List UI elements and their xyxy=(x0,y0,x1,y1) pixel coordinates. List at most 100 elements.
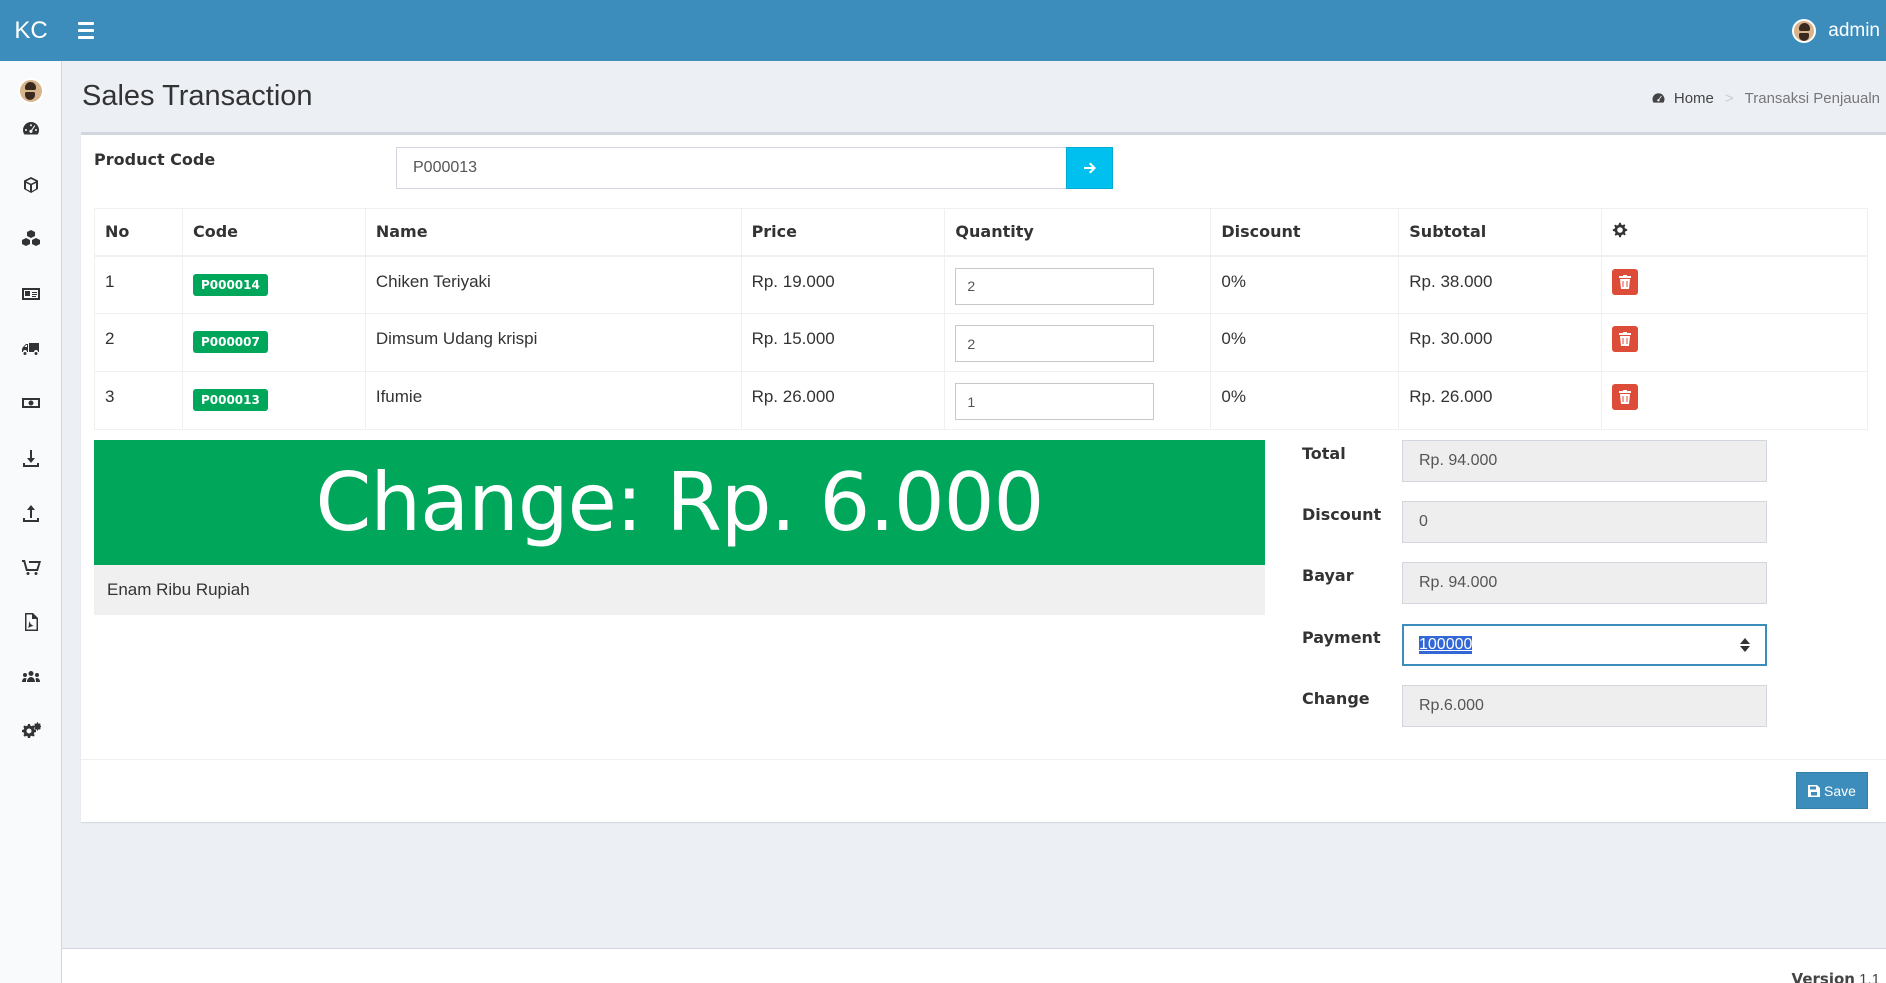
total-label: Total xyxy=(1302,444,1346,463)
delete-item-button[interactable] xyxy=(1612,326,1639,352)
col-header-name: Name xyxy=(365,208,742,257)
quantity-input[interactable] xyxy=(955,383,1155,420)
cell-subtotal: Rp. 26.000 xyxy=(1398,371,1603,430)
sidebar-item-sales[interactable] xyxy=(0,547,62,587)
payment-value: 100000 xyxy=(1419,636,1473,654)
cell-actions xyxy=(1601,313,1868,372)
truck-icon xyxy=(22,343,39,355)
sidebar-item-dashboard[interactable] xyxy=(0,109,62,149)
col-header-subtotal: Subtotal xyxy=(1398,208,1603,257)
sidebar-item-stock-out[interactable] xyxy=(0,493,62,533)
cell-quantity xyxy=(944,255,1212,314)
cubes-icon xyxy=(22,230,40,246)
page-footer xyxy=(62,948,1886,983)
add-product-button[interactable] xyxy=(1066,147,1113,189)
dashboard-icon xyxy=(1652,93,1665,103)
cart-icon xyxy=(22,560,41,575)
money-icon xyxy=(22,398,40,408)
cell-no: 3 xyxy=(94,371,183,430)
cell-name: Dimsum Udang krispi xyxy=(365,313,742,372)
sidebar-toggle-icon[interactable] xyxy=(78,18,100,42)
cell-quantity xyxy=(944,371,1212,430)
cell-code: P000007 xyxy=(182,313,366,372)
save-button-label: Save xyxy=(1824,782,1856,799)
code-badge: P000013 xyxy=(192,389,268,411)
col-header-code: Code xyxy=(182,208,366,257)
cell-discount: 0% xyxy=(1210,371,1400,430)
quantity-input[interactable] xyxy=(955,325,1155,362)
user-menu[interactable]: admin xyxy=(1792,0,1886,61)
change-label: Change xyxy=(1302,689,1370,708)
cell-discount: 0% xyxy=(1210,313,1400,372)
breadcrumb: Home > Transaksi Penjaualn xyxy=(1651,90,1880,107)
breadcrumb-current: Transaksi Penjaualn xyxy=(1744,90,1880,107)
app-logo[interactable]: KC xyxy=(0,0,62,61)
product-code-input[interactable] xyxy=(396,147,1068,189)
sidebar-item-customers[interactable] xyxy=(0,274,62,314)
cube-icon xyxy=(24,177,38,193)
sidebar-item-settings[interactable] xyxy=(0,711,62,751)
download-icon xyxy=(23,450,39,467)
number-spinner[interactable] xyxy=(1740,638,1750,652)
bayar-field: Rp. 94.000 xyxy=(1402,562,1767,604)
cell-no: 2 xyxy=(94,313,183,372)
top-navbar: KC admin xyxy=(0,0,1886,61)
arrow-right-icon xyxy=(1083,162,1096,174)
cogs-icon xyxy=(22,722,41,738)
gear-icon xyxy=(1612,222,1628,237)
col-header-discount: Discount xyxy=(1210,208,1400,257)
payment-label: Payment xyxy=(1302,628,1381,647)
cell-price: Rp. 15.000 xyxy=(741,313,946,372)
floppy-disk-icon xyxy=(1808,784,1821,797)
cell-code: P000013 xyxy=(182,371,366,430)
version-value: 1.1 xyxy=(1859,971,1880,983)
discount-field: 0 xyxy=(1402,501,1767,543)
sidebar-item-users[interactable] xyxy=(0,657,62,697)
discount-label: Discount xyxy=(1302,505,1382,524)
quantity-input[interactable] xyxy=(955,267,1155,305)
payment-input[interactable]: 100000 xyxy=(1402,624,1767,666)
col-header-quantity: Quantity xyxy=(944,208,1212,257)
sidebar-item-stock-in[interactable] xyxy=(0,438,62,478)
version-label: Version xyxy=(1791,970,1855,983)
cell-code: P000014 xyxy=(182,255,366,314)
page-title: Sales Transaction xyxy=(82,80,313,112)
cell-name: Chiken Teriyaki xyxy=(365,255,742,314)
cell-subtotal: Rp. 30.000 xyxy=(1398,313,1603,372)
cell-subtotal: Rp. 38.000 xyxy=(1398,255,1603,314)
cell-no: 1 xyxy=(94,255,183,314)
table-row: 3 P000013 Ifumie Rp. 26.000 0% Rp. 26.00… xyxy=(94,371,1868,430)
sidebar-user-avatar xyxy=(18,78,44,104)
breadcrumb-separator: > xyxy=(1724,90,1734,107)
save-button[interactable]: Save xyxy=(1796,772,1868,809)
username: admin xyxy=(1828,19,1880,41)
trash-icon xyxy=(1619,390,1632,404)
bayar-label: Bayar xyxy=(1302,566,1354,585)
product-code-label: Product Code xyxy=(94,150,216,169)
sidebar-item-supplier[interactable] xyxy=(0,329,62,369)
table-row: 1 P000014 Chiken Teriyaki Rp. 19.000 0% … xyxy=(94,255,1868,314)
col-header-no: No xyxy=(94,208,183,257)
sidebar-item-finance[interactable] xyxy=(0,383,62,423)
breadcrumb-home[interactable]: Home xyxy=(1651,90,1714,107)
cell-name: Ifumie xyxy=(365,371,742,430)
id-card-icon xyxy=(22,288,40,300)
cell-actions xyxy=(1601,371,1868,430)
users-icon xyxy=(22,671,40,682)
change-field: Rp.6.000 xyxy=(1402,685,1767,727)
sidebar-item-product[interactable] xyxy=(0,165,62,205)
delete-item-button[interactable] xyxy=(1612,384,1639,410)
sidebar-item-report[interactable] xyxy=(0,602,62,642)
panel-footer xyxy=(81,759,1886,822)
code-badge: P000007 xyxy=(192,331,268,353)
delete-item-button[interactable] xyxy=(1612,268,1639,295)
col-header-actions xyxy=(1601,208,1868,257)
cell-quantity xyxy=(944,313,1212,372)
sidebar-item-products[interactable] xyxy=(0,219,62,259)
code-badge: P000014 xyxy=(192,273,268,296)
table-row: 2 P000007 Dimsum Udang krispi Rp. 15.000… xyxy=(94,313,1868,372)
breadcrumb-home-label: Home xyxy=(1673,90,1714,107)
cell-price: Rp. 19.000 xyxy=(741,255,946,314)
upload-icon xyxy=(23,505,39,522)
total-field: Rp. 94.000 xyxy=(1402,440,1767,482)
